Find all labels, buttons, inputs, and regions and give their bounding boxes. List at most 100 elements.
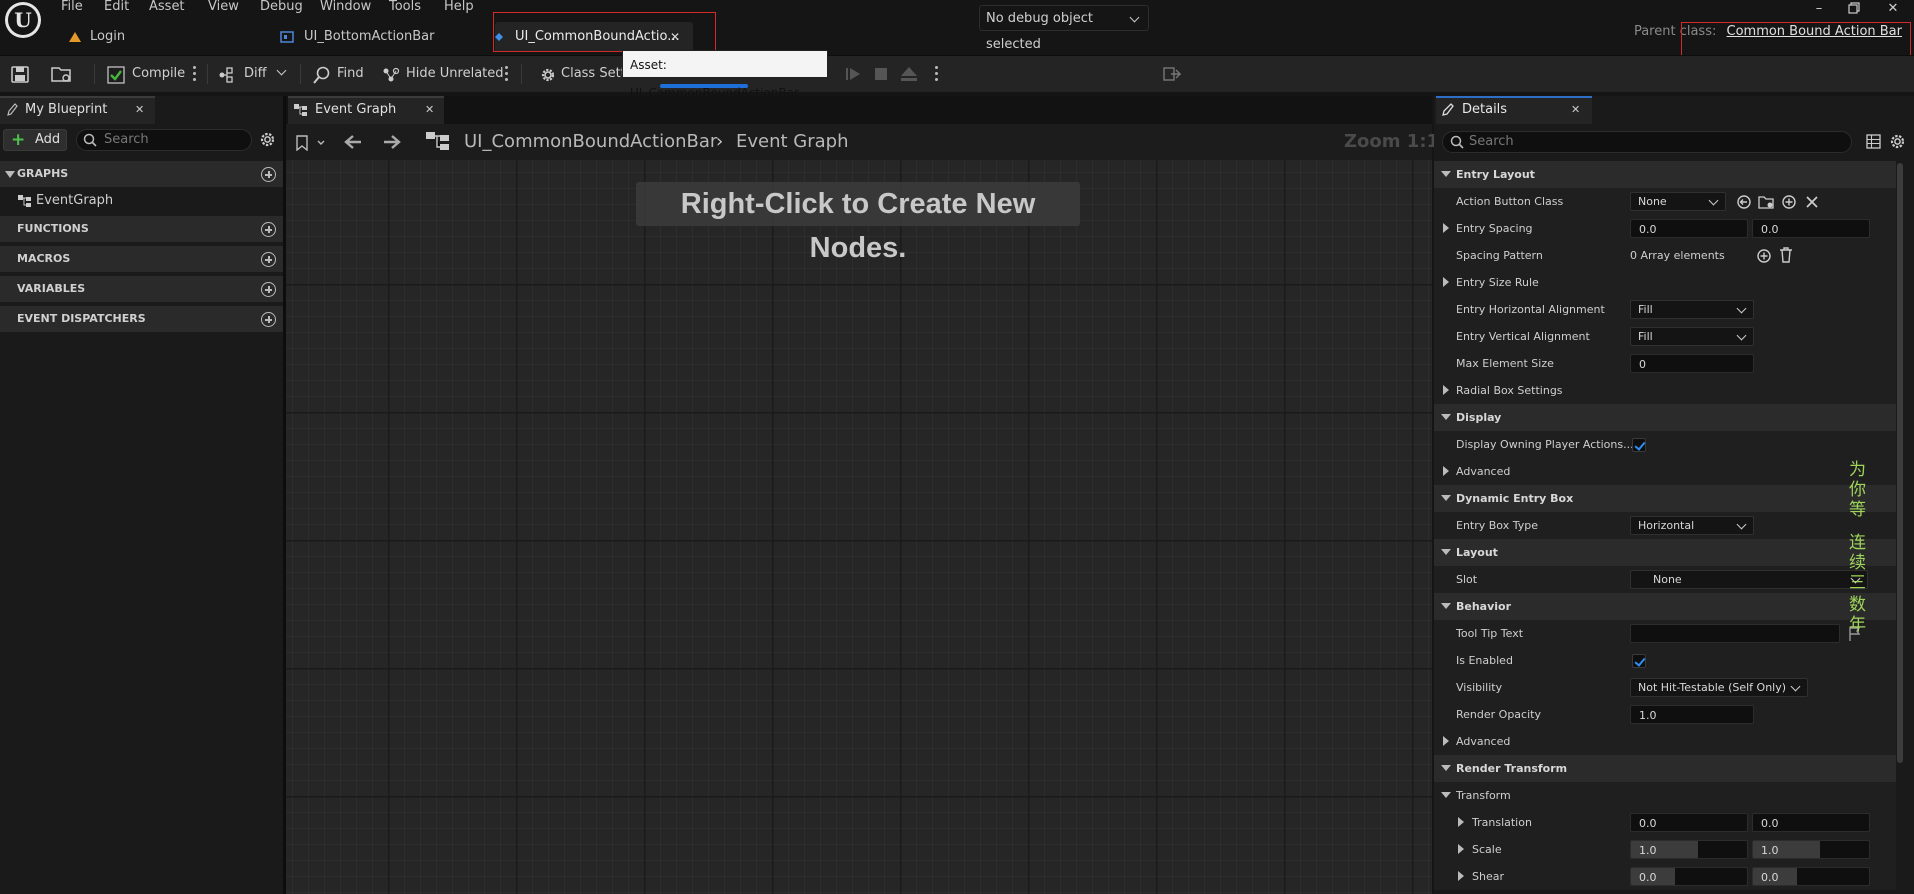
details-search-input[interactable]: Search bbox=[1442, 131, 1852, 153]
tab-event-graph[interactable]: Event Graph ✕ bbox=[288, 96, 444, 124]
shear-y-slider[interactable]: 0.0 bbox=[1752, 867, 1870, 886]
section-event-dispatchers[interactable]: EVENT DISPATCHERS bbox=[0, 306, 284, 332]
section-functions[interactable]: FUNCTIONS bbox=[0, 216, 284, 242]
expand-arrow-icon[interactable] bbox=[1458, 817, 1464, 827]
stop-icon[interactable] bbox=[874, 67, 888, 81]
menu-help[interactable]: Help bbox=[444, 0, 474, 14]
add-graph-icon[interactable] bbox=[261, 167, 276, 182]
grid-view-icon[interactable] bbox=[1866, 134, 1881, 149]
breadcrumb-root[interactable]: UI_CommonBoundActionBar bbox=[464, 126, 717, 158]
trash-icon[interactable] bbox=[1779, 247, 1793, 263]
back-arrow-icon[interactable] bbox=[343, 133, 363, 151]
hide-unrelated-button[interactable]: Hide Unrelated bbox=[382, 56, 504, 92]
menu-edit[interactable]: Edit bbox=[104, 0, 129, 14]
debug-object-select[interactable]: No debug object selected bbox=[979, 5, 1149, 52]
find-options-icon[interactable] bbox=[505, 66, 509, 82]
close-tab-icon[interactable]: ✕ bbox=[425, 98, 434, 122]
menu-debug[interactable]: Debug bbox=[260, 0, 303, 14]
entry-spacing-y-input[interactable]: 0.0 bbox=[1752, 219, 1870, 238]
use-selected-icon[interactable] bbox=[1736, 194, 1752, 210]
category-display[interactable]: Display bbox=[1434, 404, 1896, 432]
expand-arrow-icon[interactable] bbox=[1443, 466, 1449, 476]
scale-x-slider[interactable]: 1.0 bbox=[1630, 840, 1748, 859]
diff-button[interactable]: Diff bbox=[219, 56, 287, 92]
expand-arrow-icon[interactable] bbox=[1443, 223, 1449, 233]
menu-asset[interactable]: Asset bbox=[149, 0, 185, 14]
category-layout[interactable]: Layout bbox=[1434, 539, 1896, 567]
add-icon[interactable] bbox=[1781, 194, 1797, 210]
add-variable-icon[interactable] bbox=[261, 282, 276, 297]
graph-canvas[interactable] bbox=[286, 160, 1432, 894]
slot-select[interactable]: None bbox=[1630, 570, 1868, 589]
expand-arrow-icon[interactable] bbox=[1443, 277, 1449, 287]
expand-arrow-icon[interactable] bbox=[1458, 871, 1464, 881]
close-tab-icon[interactable]: ✕ bbox=[135, 98, 144, 122]
unreal-logo-icon[interactable]: U bbox=[5, 2, 41, 38]
resume-icon[interactable] bbox=[846, 67, 862, 81]
breadcrumb-current[interactable]: Event Graph bbox=[736, 126, 849, 158]
add-macro-icon[interactable] bbox=[261, 252, 276, 267]
forward-arrow-icon[interactable] bbox=[382, 133, 402, 151]
tab-ui-bottom-action-bar[interactable]: UI_BottomActionBar bbox=[280, 22, 434, 52]
category-behavior[interactable]: Behavior bbox=[1434, 593, 1896, 621]
tab-my-blueprint[interactable]: My Blueprint ✕ bbox=[0, 96, 155, 124]
is-enabled-checkbox[interactable] bbox=[1632, 654, 1646, 668]
category-render-transform[interactable]: Render Transform bbox=[1434, 755, 1896, 783]
section-macros[interactable]: MACROS bbox=[0, 246, 284, 272]
entry-horizontal-alignment-select[interactable]: Fill bbox=[1630, 300, 1754, 319]
bookmark-icon[interactable] bbox=[296, 135, 326, 151]
row-transform[interactable]: Transform bbox=[1434, 782, 1896, 810]
browse-icon[interactable] bbox=[50, 56, 74, 92]
find-button[interactable]: Find bbox=[313, 56, 364, 92]
entry-vertical-alignment-select[interactable]: Fill bbox=[1630, 327, 1754, 346]
compile-button[interactable]: Compile bbox=[107, 56, 185, 92]
details-scrollbar[interactable] bbox=[1897, 163, 1903, 763]
menu-window[interactable]: Window bbox=[320, 0, 371, 14]
max-element-size-input[interactable]: 0 bbox=[1630, 354, 1754, 373]
play-options-icon[interactable] bbox=[935, 66, 939, 82]
action-button-class-select[interactable]: None bbox=[1630, 192, 1726, 211]
menu-tools[interactable]: Tools bbox=[389, 0, 421, 14]
expand-arrow-icon[interactable] bbox=[1443, 736, 1449, 746]
translation-y-input[interactable]: 0.0 bbox=[1752, 813, 1870, 832]
close-window-button[interactable]: ✕ bbox=[1878, 0, 1908, 18]
property-label: Translation bbox=[1472, 816, 1532, 829]
expand-arrow-icon[interactable] bbox=[1458, 844, 1464, 854]
debug-filter-icon[interactable] bbox=[1163, 65, 1181, 83]
category-entry-layout[interactable]: Entry Layout bbox=[1434, 161, 1896, 189]
tab-details[interactable]: Details ✕ bbox=[1436, 96, 1592, 124]
settings-gear-icon[interactable] bbox=[1889, 133, 1906, 150]
browse-folder-icon[interactable] bbox=[1758, 194, 1775, 210]
shear-x-slider[interactable]: 0.0 bbox=[1630, 867, 1748, 886]
scale-y-slider[interactable]: 1.0 bbox=[1752, 840, 1870, 859]
expand-arrow-icon[interactable] bbox=[1443, 385, 1449, 395]
compile-options-icon[interactable] bbox=[193, 66, 197, 82]
entry-spacing-x-input[interactable]: 0.0 bbox=[1630, 219, 1748, 238]
section-graphs[interactable]: GRAPHS bbox=[0, 161, 284, 187]
eject-icon[interactable] bbox=[900, 66, 918, 82]
add-event-dispatcher-icon[interactable] bbox=[261, 312, 276, 327]
restore-button[interactable] bbox=[1838, 0, 1868, 18]
save-icon[interactable] bbox=[10, 56, 30, 92]
translation-x-input[interactable]: 0.0 bbox=[1630, 813, 1748, 832]
tool-tip-text-input[interactable] bbox=[1630, 624, 1840, 643]
entry-box-type-select[interactable]: Horizontal bbox=[1630, 516, 1754, 535]
render-opacity-input[interactable]: 1.0 bbox=[1630, 705, 1754, 724]
minimize-button[interactable]: – bbox=[1804, 0, 1834, 18]
blueprint-search-input[interactable]: Search bbox=[76, 129, 252, 151]
close-tab-icon[interactable]: ✕ bbox=[1571, 98, 1580, 122]
settings-gear-icon[interactable] bbox=[259, 131, 276, 148]
class-settings-button[interactable]: Class Setti bbox=[539, 56, 629, 92]
menu-file[interactable]: File bbox=[61, 0, 83, 14]
add-element-icon[interactable] bbox=[1756, 248, 1772, 264]
section-variables[interactable]: VARIABLES bbox=[0, 276, 284, 302]
clear-icon[interactable] bbox=[1804, 194, 1820, 210]
add-button[interactable]: + Add bbox=[3, 129, 67, 151]
visibility-select[interactable]: Not Hit-Testable (Self Only) bbox=[1630, 678, 1808, 697]
category-dynamic-entry-box[interactable]: Dynamic Entry Box bbox=[1434, 485, 1896, 513]
tab-login[interactable]: Login bbox=[68, 22, 125, 52]
display-owning-checkbox[interactable] bbox=[1632, 438, 1646, 452]
menu-view[interactable]: View bbox=[208, 0, 239, 14]
add-function-icon[interactable] bbox=[261, 222, 276, 237]
list-item-eventgraph[interactable]: EventGraph bbox=[0, 188, 284, 214]
